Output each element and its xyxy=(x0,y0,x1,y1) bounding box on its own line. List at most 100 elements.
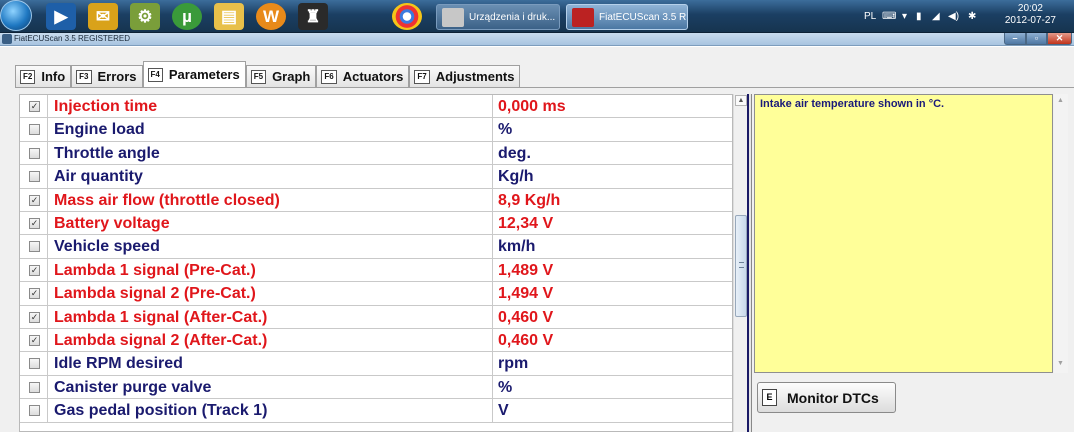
tray-expand-icon[interactable]: ▾ xyxy=(902,11,907,22)
minimize-button[interactable]: – xyxy=(1004,33,1026,45)
info-scroll-up-arrow[interactable]: ▲ xyxy=(1057,97,1064,104)
column-divider xyxy=(492,141,493,165)
media-player-icon[interactable]: ▶ xyxy=(46,3,76,30)
parameter-checkbox[interactable]: ✓ xyxy=(29,311,40,323)
column-divider xyxy=(47,375,48,399)
info-scrollbar[interactable]: ▲ ▼ xyxy=(1054,94,1068,373)
parameter-value: % xyxy=(498,378,513,396)
column-divider xyxy=(47,305,48,328)
battery-icon[interactable]: ▮ xyxy=(916,11,922,22)
parameter-checkbox[interactable] xyxy=(29,241,40,253)
tab-label: Errors xyxy=(97,69,137,84)
tab-label: Parameters xyxy=(168,67,240,82)
column-divider xyxy=(47,212,48,235)
task-devices-printers[interactable]: Urządzenia i druk... xyxy=(436,4,560,30)
file-explorer-icon[interactable]: ▤ xyxy=(214,3,244,30)
column-divider xyxy=(47,188,48,211)
parameter-row[interactable]: Vehicle speed km/h xyxy=(20,235,732,259)
parameter-row[interactable]: Engine load% xyxy=(20,118,732,142)
parameter-checkbox[interactable] xyxy=(29,405,40,417)
parameter-row[interactable]: ✓ Battery voltage 12,34 V xyxy=(20,212,732,236)
parameter-name: Air quantity xyxy=(54,168,143,186)
tab-divider xyxy=(15,87,1074,88)
start-button[interactable] xyxy=(0,0,32,31)
column-divider xyxy=(492,235,493,258)
parameter-row[interactable]: Air quantity Kg/h xyxy=(20,165,732,189)
volume-icon[interactable]: ◀) xyxy=(948,11,959,22)
network-icon[interactable]: ◢ xyxy=(932,11,940,22)
language-indicator[interactable]: PL xyxy=(864,11,876,22)
game-icon[interactable]: ♜ xyxy=(298,3,328,30)
parameter-row[interactable]: Idle RPM desired rpm xyxy=(20,352,732,376)
parameters-table: ✓ Injection time 0,000 ms Engine load% Throt… xyxy=(19,94,733,432)
column-divider xyxy=(47,399,48,422)
installer-icon[interactable]: ⚙ xyxy=(130,3,160,30)
parameter-checkbox[interactable]: ✓ xyxy=(29,101,40,112)
monitor-dtcs-button[interactable]: E Monitor DTCs xyxy=(757,382,896,413)
keyboard-icon[interactable]: ⌨ xyxy=(882,11,896,22)
close-button[interactable]: ✕ xyxy=(1047,33,1072,45)
column-divider xyxy=(492,95,493,118)
column-divider xyxy=(492,165,493,188)
parameter-checkbox[interactable] xyxy=(29,124,40,136)
column-divider xyxy=(47,95,48,118)
parameter-value: rpm xyxy=(498,355,529,373)
task-fiatecuscan[interactable]: FiatECUScan 3.5 R... xyxy=(566,4,688,30)
parameter-checkbox[interactable] xyxy=(29,358,40,370)
app-icon xyxy=(2,34,12,44)
winamp-icon[interactable]: W xyxy=(256,3,286,30)
parameter-checkbox[interactable] xyxy=(29,147,40,159)
parameter-name: Gas pedal position (Track 1) xyxy=(54,402,268,420)
info-scroll-down-arrow[interactable]: ▼ xyxy=(1057,360,1064,367)
fiat-app-icon xyxy=(572,8,594,27)
parameter-name: Battery voltage xyxy=(54,215,170,232)
system-tray: PL ⌨ ▾ ▮ ◢ ◀) ✱ 20:02 2012-07-27 xyxy=(854,0,1074,33)
tab-label: Graph xyxy=(272,69,311,84)
tab-adjustments[interactable]: F7 Adjustments xyxy=(409,65,521,87)
scroll-thumb[interactable] xyxy=(735,215,747,317)
parameter-row[interactable]: ✓ Lambda signal 2 (Pre-Cat.) 1,494 V xyxy=(20,282,732,306)
tab-graph[interactable]: F5 Graph xyxy=(245,65,317,87)
panel-splitter[interactable] xyxy=(747,94,752,432)
tab-errors[interactable]: F3 Errors xyxy=(71,65,143,87)
bluetooth-icon[interactable]: ✱ xyxy=(968,11,976,22)
parameter-checkbox[interactable]: ✓ xyxy=(29,218,40,229)
tab-actuators[interactable]: F6 Actuators xyxy=(316,65,410,87)
parameter-checkbox[interactable] xyxy=(29,381,40,393)
parameter-checkbox[interactable]: ✓ xyxy=(29,194,40,206)
parameter-row[interactable]: ✓ Lambda 1 signal (Pre-Cat.) 1,489 V xyxy=(20,258,732,283)
windows-taskbar: ▶ ✉ ⚙ µ ▤ W ♜ Urządzenia i druk... FiatE… xyxy=(0,0,1074,33)
clock[interactable]: 20:02 2012-07-27 xyxy=(1005,3,1056,27)
column-divider xyxy=(492,212,493,235)
parameter-checkbox[interactable] xyxy=(29,171,40,183)
column-divider xyxy=(492,282,493,305)
parameter-checkbox[interactable]: ✓ xyxy=(29,264,40,276)
scroll-up-arrow[interactable]: ▲ xyxy=(735,95,747,106)
utorrent-icon[interactable]: µ xyxy=(172,3,202,30)
maximize-button[interactable]: ▫ xyxy=(1026,33,1047,45)
parameter-name: Lambda signal 2 (Pre-Cat.) xyxy=(54,285,256,303)
parameter-value: V xyxy=(498,402,509,420)
parameter-row[interactable]: Canister purge valve% xyxy=(20,375,732,400)
parameter-name: Throttle angle xyxy=(54,144,160,162)
parameter-value: 0,460 V xyxy=(498,308,554,326)
monitor-dtcs-label: Monitor DTCs xyxy=(787,389,879,406)
parameter-checkbox[interactable]: ✓ xyxy=(29,335,40,346)
column-divider xyxy=(492,258,493,282)
messenger-icon[interactable]: ✉ xyxy=(88,3,118,30)
tab-parameters[interactable]: F4 Parameters xyxy=(142,61,246,87)
parameter-checkbox[interactable]: ✓ xyxy=(29,288,40,300)
parameter-name: Lambda 1 signal (After-Cat.) xyxy=(54,308,268,326)
parameter-row[interactable]: ✓ Lambda signal 2 (After-Cat.) 0,460 V xyxy=(20,329,732,353)
parameters-scrollbar[interactable]: ▲ xyxy=(733,94,747,432)
parameter-row[interactable]: Throttle angle deg. xyxy=(20,141,732,166)
parameter-row[interactable]: ✓ Injection time 0,000 ms xyxy=(20,95,732,119)
parameter-value: 8,9 Kg/h xyxy=(498,191,561,209)
parameter-row[interactable]: Gas pedal position (Track 1) V xyxy=(20,399,732,423)
column-divider xyxy=(492,352,493,375)
parameter-row[interactable]: ✓ Lambda 1 signal (After-Cat.) 0,460 V xyxy=(20,305,732,329)
column-divider xyxy=(47,352,48,375)
chrome-icon[interactable] xyxy=(392,3,422,30)
parameter-row[interactable]: ✓ Mass air flow (throttle closed) 8,9 Kg/h xyxy=(20,188,732,212)
tab-info[interactable]: F2 Info xyxy=(15,65,72,87)
